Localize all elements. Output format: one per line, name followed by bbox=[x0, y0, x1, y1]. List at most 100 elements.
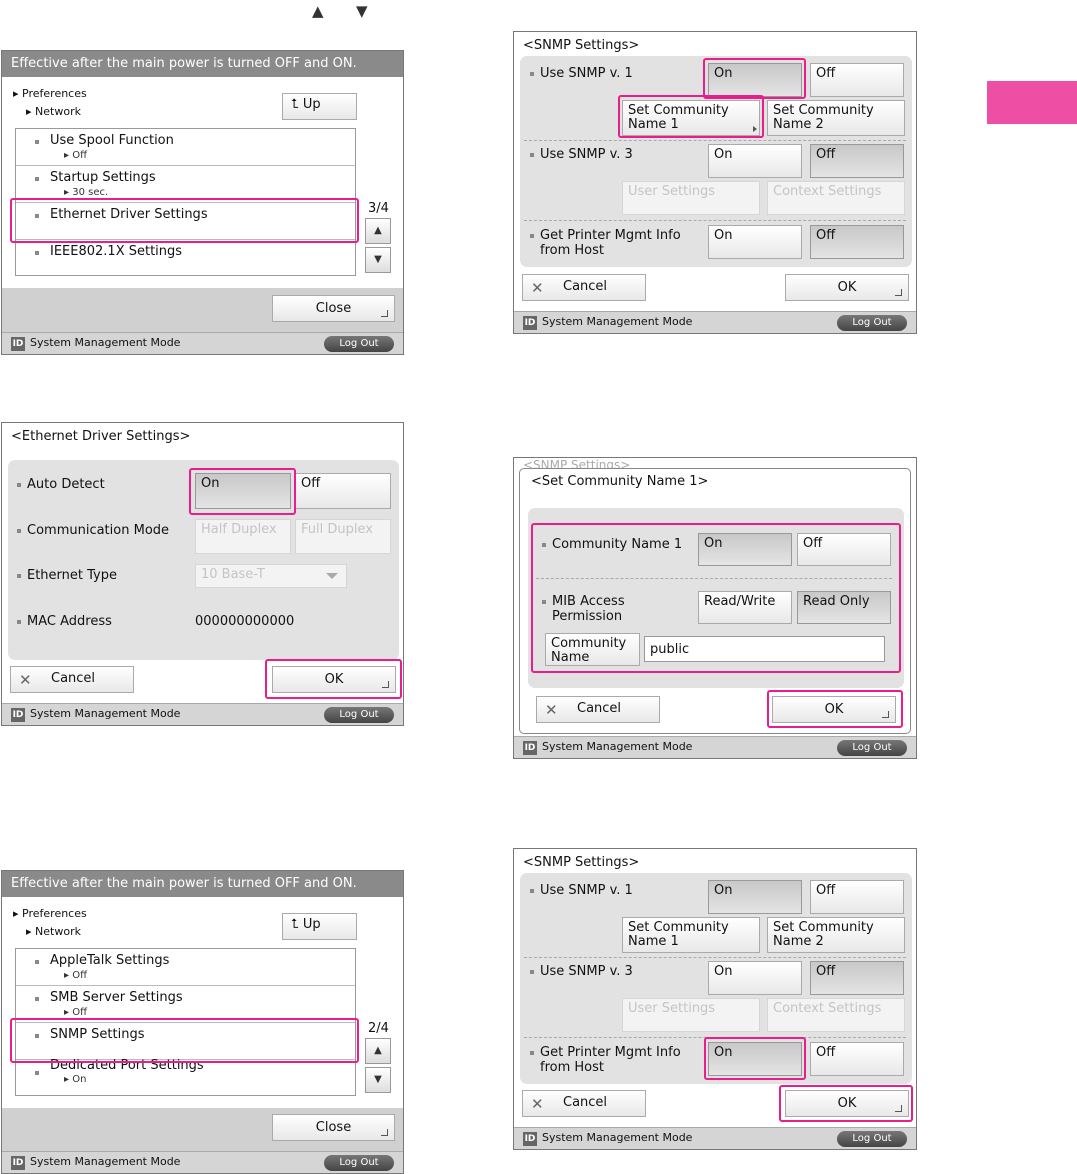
snmp-v1-label: Use SNMP v. 1 bbox=[540, 883, 633, 898]
list-item[interactable]: Dedicated Port Settings ▸ On bbox=[16, 1058, 355, 1095]
id-icon: ID bbox=[523, 1132, 537, 1146]
printer-mgmt-on-button[interactable]: On bbox=[708, 225, 802, 259]
highlight-community-1 bbox=[618, 95, 764, 138]
set-community-name-1-button[interactable]: Set Community Name 1 bbox=[622, 917, 760, 953]
up-button[interactable]: ⮤ Up bbox=[282, 913, 357, 940]
notice-bar: Effective after the main power is turned… bbox=[2, 51, 403, 77]
window-title: <Set Community Name 1> bbox=[531, 474, 709, 489]
mac-address-label: MAC Address bbox=[27, 614, 112, 629]
context-settings-button[interactable]: Context Settings bbox=[767, 181, 905, 215]
snmp-v3-label: Use SNMP v. 3 bbox=[540, 964, 633, 979]
snmp-v1-on-button[interactable]: On bbox=[708, 880, 802, 914]
highlight-ok bbox=[265, 659, 402, 699]
list-item[interactable]: IEEE802.1X Settings bbox=[16, 240, 355, 275]
close-icon: ✕ bbox=[531, 279, 544, 297]
close-icon: ✕ bbox=[19, 671, 32, 689]
close-button[interactable]: Close bbox=[272, 1114, 395, 1141]
section-tab bbox=[987, 81, 1077, 124]
snmp-v1-off-button[interactable]: Off bbox=[810, 63, 904, 97]
snmp-v3-off-button[interactable]: Off bbox=[810, 144, 904, 178]
ok-button[interactable]: OK bbox=[785, 274, 909, 301]
highlight-snmp-settings bbox=[10, 1018, 359, 1063]
close-button[interactable]: Close bbox=[272, 295, 395, 322]
status-bar: ID System Management Mode Log Out bbox=[514, 1127, 916, 1149]
screen-network-list-2: Effective after the main power is turned… bbox=[1, 870, 404, 1174]
half-duplex-button[interactable]: Half Duplex bbox=[195, 519, 291, 554]
auto-detect-label: Auto Detect bbox=[27, 477, 105, 492]
highlight-ethernet-driver bbox=[10, 198, 359, 243]
cancel-button[interactable]: ✕ Cancel bbox=[10, 666, 134, 693]
user-settings-button[interactable]: User Settings bbox=[622, 181, 760, 215]
up-icon: ⮤ bbox=[291, 917, 303, 932]
close-icon: ✕ bbox=[545, 701, 558, 719]
highlight-auto-detect-on bbox=[189, 468, 296, 515]
id-icon: ID bbox=[11, 337, 25, 351]
up-arrow-icon: ▲ bbox=[312, 2, 324, 20]
highlight-snmp-v1-on bbox=[703, 58, 806, 99]
status-bar: ID System Management Mode Log Out bbox=[514, 736, 916, 758]
id-icon: ID bbox=[11, 708, 25, 722]
ethernet-type-dropdown[interactable]: 10 Base-T bbox=[195, 564, 347, 588]
logout-button[interactable]: Log Out bbox=[837, 1131, 907, 1147]
highlight-community-panel bbox=[531, 523, 901, 673]
page-indicator: 2/4 bbox=[368, 1021, 389, 1036]
logout-button[interactable]: Log Out bbox=[324, 707, 394, 723]
status-bar: ID System Management Mode Log Out bbox=[2, 1151, 403, 1173]
mac-address-value: 000000000000 bbox=[195, 614, 295, 629]
logout-button[interactable]: Log Out bbox=[837, 315, 907, 331]
snmp-v3-label: Use SNMP v. 3 bbox=[540, 147, 633, 162]
window-title: <SNMP Settings> bbox=[523, 855, 640, 870]
scroll-up-button[interactable]: ▲ bbox=[365, 1038, 391, 1064]
notice-bar: Effective after the main power is turned… bbox=[2, 871, 403, 897]
breadcrumb-network: ▸ Network bbox=[26, 105, 81, 118]
breadcrumb-network: ▸ Network bbox=[26, 925, 81, 938]
auto-detect-off-button[interactable]: Off bbox=[295, 473, 391, 509]
snmp-v3-on-button[interactable]: On bbox=[708, 144, 802, 178]
printer-mgmt-label: Get Printer Mgmt Info from Host bbox=[540, 1045, 681, 1075]
scroll-down-button[interactable]: ▼ bbox=[365, 247, 391, 273]
status-bar: ID System Management Mode Log Out bbox=[2, 332, 403, 354]
cancel-button[interactable]: ✕ Cancel bbox=[522, 274, 646, 301]
cancel-button[interactable]: ✕ Cancel bbox=[522, 1090, 646, 1117]
snmp-v1-label: Use SNMP v. 1 bbox=[540, 66, 633, 81]
comm-mode-label: Communication Mode bbox=[27, 523, 170, 538]
highlight-ok bbox=[767, 690, 903, 728]
logout-button[interactable]: Log Out bbox=[837, 740, 907, 756]
printer-mgmt-off-button[interactable]: Off bbox=[810, 225, 904, 259]
screen-snmp-settings-2: <SNMP Settings> Use SNMP v. 1 On Off Set… bbox=[513, 848, 917, 1150]
up-button[interactable]: ⮤ Up bbox=[282, 93, 357, 120]
snmp-v3-on-button[interactable]: On bbox=[708, 961, 802, 995]
close-icon: ✕ bbox=[531, 1095, 544, 1113]
screen-set-community-name: <SNMP Settings> <Set Community Name 1> C… bbox=[513, 457, 917, 759]
logout-button[interactable]: Log Out bbox=[324, 336, 394, 352]
highlight-ok bbox=[779, 1085, 913, 1122]
id-icon: ID bbox=[523, 316, 537, 330]
up-icon: ⮤ bbox=[291, 97, 303, 112]
scroll-up-button[interactable]: ▲ bbox=[365, 218, 391, 244]
window-title: <Ethernet Driver Settings> bbox=[11, 429, 191, 444]
breadcrumb-preferences: ▸ Preferences bbox=[13, 907, 87, 920]
printer-mgmt-label: Get Printer Mgmt Info from Host bbox=[540, 228, 681, 258]
breadcrumb-preferences: ▸ Preferences bbox=[13, 87, 87, 100]
logout-button[interactable]: Log Out bbox=[324, 1155, 394, 1171]
set-community-name-2-button[interactable]: Set Community Name 2 bbox=[767, 100, 905, 136]
snmp-v3-off-button[interactable]: Off bbox=[810, 961, 904, 995]
id-icon: ID bbox=[523, 741, 537, 755]
screen-network-list-1: Effective after the main power is turned… bbox=[1, 50, 404, 355]
set-community-name-2-button[interactable]: Set Community Name 2 bbox=[767, 917, 905, 953]
scroll-down-button[interactable]: ▼ bbox=[365, 1067, 391, 1093]
printer-mgmt-off-button[interactable]: Off bbox=[810, 1042, 904, 1076]
list-item[interactable]: Use Spool Function ▸ Off bbox=[16, 129, 355, 166]
context-settings-button[interactable]: Context Settings bbox=[767, 998, 905, 1032]
snmp-v1-off-button[interactable]: Off bbox=[810, 880, 904, 914]
cancel-button[interactable]: ✕ Cancel bbox=[536, 696, 660, 723]
screen-snmp-settings-1: <SNMP Settings> Use SNMP v. 1 On Off Set… bbox=[513, 31, 917, 334]
full-duplex-button[interactable]: Full Duplex bbox=[295, 519, 391, 554]
window-title: <SNMP Settings> bbox=[523, 38, 640, 53]
highlight-printer-mgmt-on bbox=[704, 1037, 806, 1080]
down-arrow-icon: ▼ bbox=[356, 2, 368, 20]
user-settings-button[interactable]: User Settings bbox=[622, 998, 760, 1032]
list-item[interactable]: AppleTalk Settings ▸ Off bbox=[16, 949, 355, 986]
page-indicator: 3/4 bbox=[368, 201, 389, 216]
status-bar: ID System Management Mode Log Out bbox=[2, 703, 403, 725]
